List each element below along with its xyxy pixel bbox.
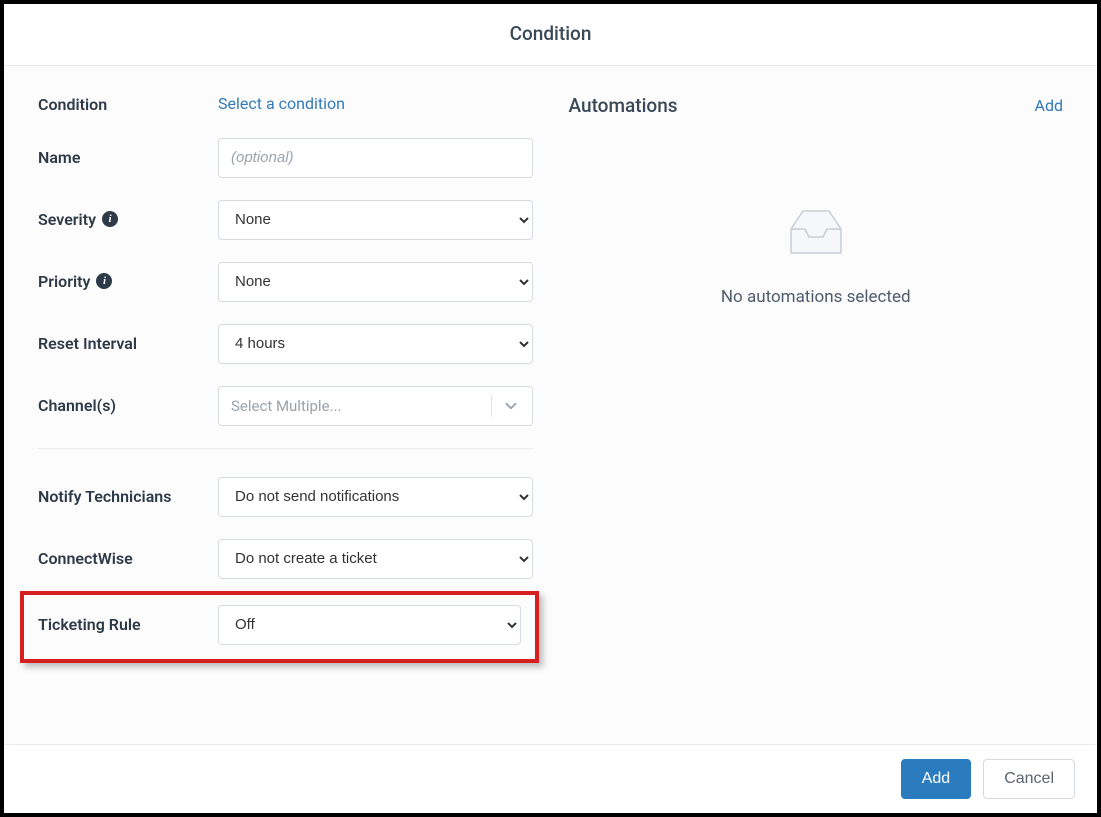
- label-condition: Condition: [38, 94, 218, 116]
- select-condition-link[interactable]: Select a condition: [218, 94, 345, 113]
- info-icon[interactable]: i: [102, 211, 118, 227]
- label-name: Name: [38, 138, 218, 169]
- condition-dialog: Condition Condition Select a condition N…: [4, 4, 1097, 813]
- row-reset-interval: Reset Interval 4 hours: [38, 324, 533, 364]
- ticketing-rule-highlight: Ticketing Rule Off: [20, 591, 539, 663]
- row-channels: Channel(s) Select Multiple...: [38, 386, 533, 426]
- ticketing-rule-select[interactable]: Off: [218, 605, 521, 645]
- cancel-button[interactable]: Cancel: [983, 759, 1075, 799]
- label-priority: Priority i: [38, 262, 218, 293]
- row-condition: Condition Select a condition: [38, 94, 533, 116]
- inbox-icon: [783, 207, 849, 259]
- severity-select[interactable]: None: [218, 200, 533, 240]
- automations-column: Automations Add No automations selected: [551, 66, 1098, 744]
- dialog-body: Condition Select a condition Name Severi…: [4, 66, 1097, 744]
- info-icon[interactable]: i: [96, 273, 112, 289]
- label-reset-interval: Reset Interval: [38, 324, 218, 355]
- row-priority: Priority i None: [38, 262, 533, 302]
- label-severity: Severity i: [38, 200, 218, 231]
- add-button[interactable]: Add: [901, 759, 971, 799]
- dialog-footer: Add Cancel: [4, 744, 1097, 813]
- separator: [491, 395, 492, 417]
- label-connectwise: ConnectWise: [38, 539, 218, 570]
- row-connectwise: ConnectWise Do not create a ticket: [38, 539, 533, 579]
- row-severity: Severity i None: [38, 200, 533, 240]
- reset-interval-select[interactable]: 4 hours: [218, 324, 533, 364]
- name-input[interactable]: [218, 138, 533, 178]
- channels-placeholder: Select Multiple...: [231, 397, 481, 415]
- automations-empty-state: No automations selected: [569, 207, 1064, 307]
- priority-select[interactable]: None: [218, 262, 533, 302]
- row-name: Name: [38, 138, 533, 178]
- add-automation-link[interactable]: Add: [1035, 96, 1063, 115]
- automations-header: Automations Add: [569, 94, 1064, 117]
- row-notify: Notify Technicians Do not send notificat…: [38, 477, 533, 517]
- label-channels: Channel(s): [38, 386, 218, 417]
- label-ticketing: Ticketing Rule: [38, 605, 218, 636]
- dialog-title: Condition: [4, 4, 1097, 66]
- notify-select[interactable]: Do not send notifications: [218, 477, 533, 517]
- form-column: Condition Select a condition Name Severi…: [4, 66, 551, 744]
- automations-title: Automations: [569, 94, 678, 117]
- chevron-down-icon: [502, 397, 520, 415]
- channels-multiselect[interactable]: Select Multiple...: [218, 386, 533, 426]
- automations-empty-text: No automations selected: [721, 287, 911, 307]
- divider: [38, 448, 533, 449]
- label-notify: Notify Technicians: [38, 477, 218, 508]
- connectwise-select[interactable]: Do not create a ticket: [218, 539, 533, 579]
